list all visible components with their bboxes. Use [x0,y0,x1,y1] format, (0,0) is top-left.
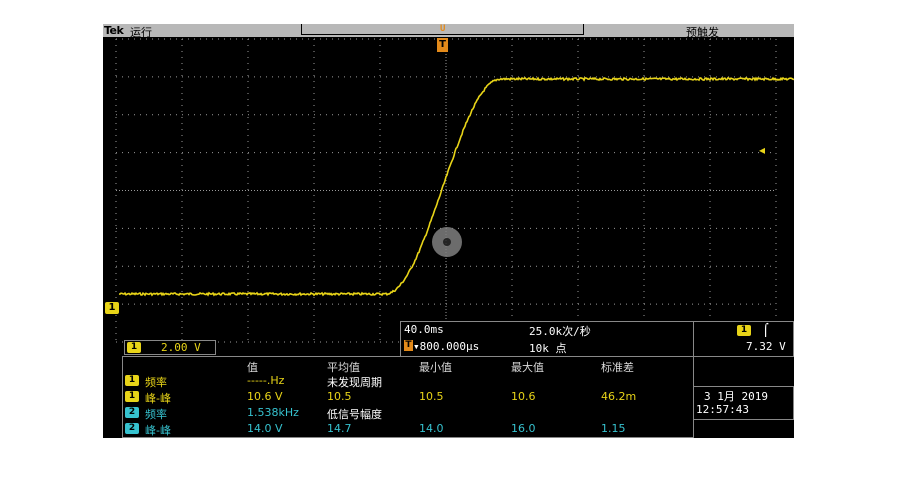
channel-badge: 1 [125,391,139,402]
measurement-mean: 14.7 [327,422,352,435]
record-position-marker: U [440,24,446,34]
measurement-max: 10.6 [511,390,536,403]
measurement-row: 1 峰-峰 10.6 V 10.5 10.5 10.6 46.2m [123,389,693,405]
channel-badge: 2 [125,407,139,418]
status-bar: Tek 运行 U 预触发 [103,24,794,39]
measurement-value: 10.6 V [247,390,283,403]
trigger-level-arrow-icon: ◂ [759,143,766,157]
channel-badge: 2 [125,423,139,434]
measurement-name: 峰-峰 [145,392,171,405]
measurement-value: 14.0 V [247,422,283,435]
measurement-max: 16.0 [511,422,536,435]
record-length: 10k 点 [529,342,567,355]
measurement-std: 46.2m [601,390,637,403]
grid-lines [115,38,777,343]
trigger-position-marker[interactable]: T [437,38,448,52]
trigger-level: 7.32 V [746,340,786,353]
measurement-value: 1.538kHz [247,406,299,419]
channel-badge: 1 [125,375,139,386]
measurement-name: 频率 [145,376,167,389]
measurement-min: 10.5 [419,390,444,403]
measurement-value: -----.Hz [247,374,285,387]
trigger-readout[interactable]: 1 ⌠ 7.32 V [693,321,794,357]
brand-logo: Tek [104,24,124,37]
measurement-row: 2 频率 1.538kHz 低信号幅度 [123,405,693,421]
measurement-name: 峰-峰 [145,424,171,437]
ch1-waveform-trace [118,76,794,297]
time-display: 12:57:43 [696,403,749,416]
waveform-display [115,38,794,343]
measurement-mean: 低信号幅度 [327,408,382,421]
trigger-source-badge: 1 [737,325,751,336]
measurement-table: 值 平均值 最小值 最大值 标准差 1 频率 -----.Hz 未发现周期 1 … [122,356,694,438]
graticule: ◂ 1 [103,37,794,344]
measurement-mean: 未发现周期 [327,376,382,389]
measurement-min: 14.0 [419,422,444,435]
ch1-ground-marker[interactable]: 1 [105,302,119,314]
ch1-volts-per-div: 2.00 V [161,341,201,354]
ch1-scale-readout[interactable]: 1 2.00 V [124,340,216,355]
measurement-row: 1 频率 -----.Hz 未发现周期 [123,373,693,389]
measurement-mean: 10.5 [327,390,352,403]
center-marker-icon [432,227,462,257]
measurement-std: 1.15 [601,422,626,435]
horizontal-delay: T▾800.000μs [404,340,479,353]
ch1-badge: 1 [127,342,141,353]
delay-value: ▾800.000μs [413,340,480,353]
measurement-name: 频率 [145,408,167,421]
time-per-div: 40.0ms [404,323,444,336]
date-time-readout[interactable]: 3 1月 2019 12:57:43 [693,386,794,420]
trigger-badge: T [404,340,413,351]
oscilloscope-screen: Tek 运行 U 预触发 ◂ 1 T 1 2.00 V 40.0ms 25.0k… [103,24,794,438]
date-display: 3 1月 2019 [704,390,768,403]
rising-edge-icon: ⌠ [762,323,770,337]
measurement-row: 2 峰-峰 14.0 V 14.7 14.0 16.0 1.15 [123,421,693,437]
horizontal-readout[interactable]: 40.0ms 25.0k次/秒 T▾800.000μs 10k 点 [400,321,695,357]
sample-rate: 25.0k次/秒 [529,325,591,338]
